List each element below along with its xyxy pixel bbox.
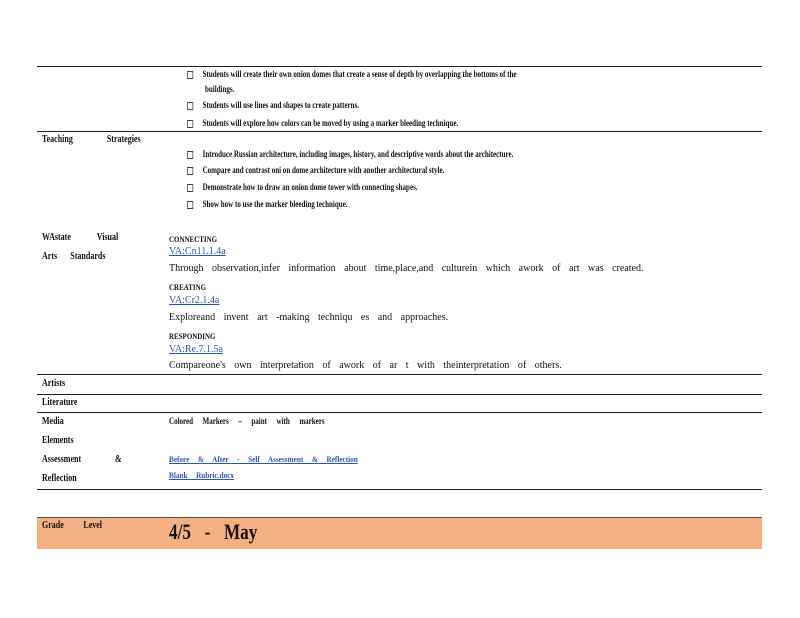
creating-standard-link[interactable]: VA:Cr2.1.4a [169,295,219,306]
responding-standard-link[interactable]: VA:Re.7.1.5a [169,344,223,355]
grade-level-label: Grade Level [42,520,103,531]
reflection-label: Reflection [42,473,77,484]
grade-level-band [37,517,762,549]
connecting-standard-text: Through observation,infer information ab… [169,263,644,274]
blank-rubric-link[interactable]: Blank Rubric.docx [169,470,234,480]
checkbox-icon [187,166,194,175]
objective-item: Students will explore how colors can be … [187,118,458,128]
media-value: Colored Markers – paint with markers [169,416,325,426]
checkbox-icon [187,101,194,110]
self-assessment-link[interactable]: Before & After - Self Assessment & Refle… [169,454,358,464]
strategy-text: Compare and contrast oni on dome archite… [202,165,445,175]
strategy-item: Show how to use the marker bleeding tech… [187,199,348,209]
checkbox-icon [187,150,194,159]
strategy-item: Demonstrate how to draw an onion dome to… [187,182,418,192]
media-label: Media [42,416,64,427]
row-rule [37,489,762,490]
grade-level-value: 4/5 - May [169,519,258,544]
checkbox-icon [187,183,194,192]
literature-label: Literature [42,397,78,408]
creating-standard-text: Exploreand invent art -making techniqu e… [169,312,449,323]
strategy-item: Compare and contrast oni on dome archite… [187,165,444,175]
top-rule [37,66,762,67]
strategy-text: Demonstrate how to draw an onion dome to… [202,182,418,192]
strategy-text: Show how to use the marker bleeding tech… [202,199,348,209]
assessment-label: Assessment [42,454,82,465]
row-rule [37,131,762,132]
objective-text: Students will create their own onion dom… [202,69,517,79]
objective-item: Students will use lines and shapes to cr… [187,100,359,110]
connecting-standard-link[interactable]: VA:Cn11.1.4a [169,246,226,257]
standards-label-line1: WAstate Visual [42,232,119,243]
connecting-heading: CONNECTING [169,234,218,244]
checkbox-icon [187,70,194,79]
checkbox-icon [187,200,194,209]
checkbox-icon [187,119,194,128]
row-rule [37,412,762,413]
assessment-ampersand: & [115,454,122,465]
standards-label-line2: Arts Standards [42,251,106,262]
row-rule [37,394,762,395]
creating-heading: CREATING [169,282,207,292]
objective-text: Students will explore how colors can be … [202,118,459,128]
objective-item-continued: buildings. [205,84,234,94]
row-rule [37,374,762,375]
strategy-text: Introduce Russian architecture, includin… [202,149,514,159]
responding-standard-text: Compareone's own interpretation of awork… [169,360,562,371]
objective-text: buildings. [205,84,235,94]
artists-label: Artists [42,378,66,389]
teaching-strategies-label: Teaching Strategies [42,134,141,145]
strategy-item: Introduce Russian architecture, includin… [187,149,513,159]
responding-heading: RESPONDING [169,331,216,341]
objective-text: Students will use lines and shapes to cr… [202,100,360,110]
objective-item: Students will create their own onion dom… [187,69,517,79]
elements-label: Elements [42,435,74,446]
